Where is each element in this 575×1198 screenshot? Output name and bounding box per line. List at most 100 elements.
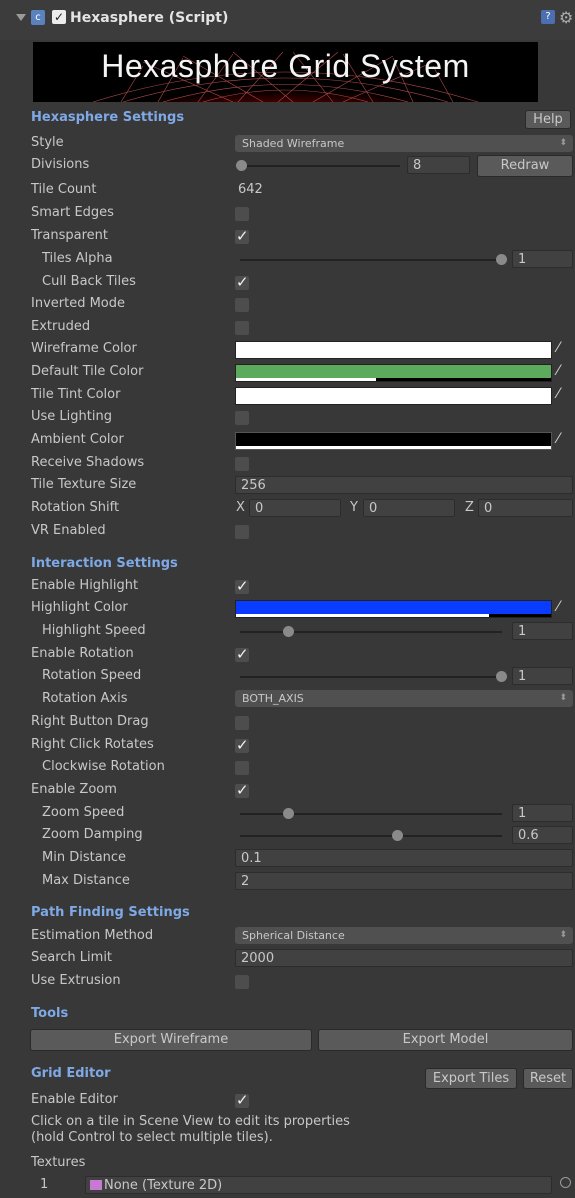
vr-enabled-checkbox[interactable] (235, 525, 249, 539)
object-picker-icon[interactable] (560, 1177, 571, 1188)
transparent-label: Transparent (31, 228, 108, 243)
search-limit-field[interactable]: 2000 (235, 949, 573, 967)
export-tiles-button[interactable]: Export Tiles (425, 1068, 517, 1089)
tiles-alpha-field[interactable]: 1 (512, 250, 573, 268)
divisions-field[interactable]: 8 (407, 156, 470, 174)
component-title: Hexasphere (Script) (70, 10, 229, 26)
style-dropdown[interactable]: Shaded Wireframe ⬍ (235, 135, 573, 152)
vr-enabled-label: VR Enabled (31, 523, 106, 538)
rotation-axis-dropdown[interactable]: BOTH_AXIS ⬍ (235, 690, 573, 707)
enable-editor-checkbox[interactable] (235, 1091, 249, 1109)
tile-count-value: 642 (238, 182, 263, 197)
wireframe-color-swatch[interactable] (235, 341, 552, 359)
inverted-mode-label: Inverted Mode (31, 296, 126, 311)
texture-object-field[interactable]: None (Texture 2D) (85, 1176, 552, 1194)
section-grid-editor: Grid Editor (31, 1066, 111, 1081)
eyedropper-icon[interactable]: ⁄ (557, 599, 559, 615)
receive-shadows-label: Receive Shadows (31, 455, 145, 470)
zoom-damping-label: Zoom Damping (42, 827, 143, 842)
enable-zoom-checkbox[interactable] (235, 781, 249, 799)
highlight-speed-label: Highlight Speed (42, 623, 146, 638)
right-click-rotates-label: Right Click Rotates (31, 737, 154, 752)
default-tile-color-label: Default Tile Color (31, 364, 144, 379)
default-tile-color-swatch[interactable] (235, 364, 552, 382)
wireframe-color-label: Wireframe Color (31, 341, 137, 356)
right-click-rotates-checkbox[interactable] (235, 736, 249, 754)
enable-rotation-checkbox[interactable] (235, 645, 249, 663)
eyedropper-icon[interactable]: ⁄ (557, 386, 559, 402)
zoom-speed-slider-thumb[interactable] (283, 808, 294, 819)
highlight-speed-slider-thumb[interactable] (283, 626, 294, 637)
enable-highlight-checkbox[interactable] (235, 577, 249, 595)
reset-button[interactable]: Reset (523, 1068, 573, 1089)
eyedropper-icon[interactable]: ⁄ (557, 340, 559, 356)
tile-tint-color-swatch[interactable] (235, 387, 552, 405)
zoom-speed-slider-track[interactable] (240, 813, 502, 815)
max-distance-field[interactable]: 2 (235, 872, 573, 890)
tile-texture-size-label: Tile Texture Size (31, 477, 137, 492)
use-extrusion-checkbox[interactable] (235, 975, 249, 989)
foldout-arrow-icon[interactable] (16, 14, 26, 21)
min-distance-field[interactable]: 0.1 (235, 849, 573, 867)
chevron-updown-icon: ⬍ (559, 138, 567, 148)
ambient-color-swatch[interactable] (235, 432, 552, 450)
use-lighting-checkbox[interactable] (235, 411, 249, 425)
script-icon: c (31, 10, 45, 25)
estimation-method-dropdown[interactable]: Spherical Distance ⬍ (235, 927, 573, 944)
rotation-x-label: X (236, 500, 245, 515)
zoom-damping-slider-thumb[interactable] (392, 830, 403, 841)
help-button[interactable]: Help (525, 110, 571, 129)
section-interaction-settings: Interaction Settings (31, 556, 178, 571)
divisions-slider-track[interactable] (240, 165, 400, 167)
tile-texture-size-field[interactable]: 256 (235, 476, 573, 494)
style-value: Shaded Wireframe (242, 137, 345, 150)
chevron-updown-icon: ⬍ (559, 930, 567, 940)
gear-icon[interactable]: ⚙ (559, 8, 573, 27)
textures-label: Textures (31, 1155, 86, 1170)
eyedropper-icon[interactable]: ⁄ (557, 431, 559, 447)
eyedropper-icon[interactable]: ⁄ (557, 363, 559, 379)
banner-title: Hexasphere Grid System (101, 48, 470, 84)
rotation-speed-label: Rotation Speed (42, 668, 142, 683)
highlight-speed-field[interactable]: 1 (512, 622, 573, 640)
export-model-button[interactable]: Export Model (318, 1029, 573, 1051)
highlight-speed-slider-track[interactable] (240, 631, 502, 633)
tiles-alpha-slider-thumb[interactable] (496, 254, 507, 265)
receive-shadows-checkbox[interactable] (235, 457, 249, 471)
highlight-color-swatch[interactable] (235, 600, 552, 618)
zoom-speed-field[interactable]: 1 (512, 804, 573, 822)
extruded-checkbox[interactable] (235, 321, 249, 335)
redraw-button[interactable]: Redraw (477, 155, 573, 177)
component-enabled-checkbox[interactable]: ✓ (52, 10, 66, 24)
rotation-speed-slider-track[interactable] (240, 676, 502, 678)
rotation-y-field[interactable]: 0 (363, 499, 455, 517)
alpha-bar-rest (489, 614, 551, 617)
rotation-z-field[interactable]: 0 (478, 499, 573, 517)
tiles-alpha-label: Tiles Alpha (42, 251, 113, 266)
enable-zoom-label: Enable Zoom (31, 782, 117, 797)
smart-edges-checkbox[interactable] (235, 207, 249, 221)
enable-editor-label: Enable Editor (31, 1092, 118, 1107)
alpha-bar (236, 614, 489, 617)
divisions-slider-thumb[interactable] (236, 160, 247, 171)
use-lighting-label: Use Lighting (31, 409, 112, 424)
zoom-damping-field[interactable]: 0.6 (512, 826, 573, 844)
search-limit-label: Search Limit (31, 950, 113, 965)
cull-back-tiles-checkbox[interactable] (235, 273, 249, 291)
zoom-damping-slider-track[interactable] (240, 835, 502, 837)
inverted-mode-checkbox[interactable] (235, 298, 249, 312)
enable-highlight-label: Enable Highlight (31, 578, 139, 593)
export-wireframe-button[interactable]: Export Wireframe (30, 1029, 312, 1051)
transparent-checkbox[interactable] (235, 227, 249, 245)
rotation-speed-field[interactable]: 1 (512, 667, 573, 685)
tiles-alpha-slider-track[interactable] (240, 259, 502, 261)
right-button-drag-checkbox[interactable] (235, 716, 249, 730)
chevron-updown-icon: ⬍ (559, 693, 567, 703)
clockwise-rotation-checkbox[interactable] (235, 761, 249, 775)
rotation-speed-slider-thumb[interactable] (496, 671, 507, 682)
help-icon[interactable]: ? (541, 10, 555, 24)
rotation-y-label: Y (350, 500, 358, 515)
rotation-axis-value: BOTH_AXIS (242, 692, 304, 705)
right-button-drag-label: Right Button Drag (31, 714, 149, 729)
rotation-x-field[interactable]: 0 (249, 499, 341, 517)
